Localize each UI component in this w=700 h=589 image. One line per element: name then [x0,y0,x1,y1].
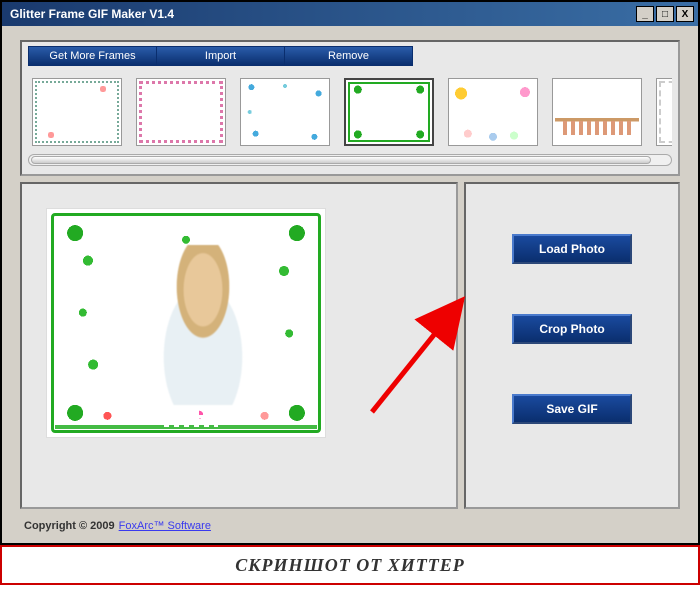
app-body: Get More Frames Import Remove [2,26,698,543]
save-gif-button[interactable]: Save GIF [512,394,632,424]
frames-panel: Get More Frames Import Remove [20,40,680,176]
application-window: Glitter Frame GIF Maker V1.4 _ □ X Get M… [0,0,700,545]
titlebar[interactable]: Glitter Frame GIF Maker V1.4 _ □ X [2,2,698,26]
tab-import[interactable]: Import [156,46,285,66]
frame-fence-decoration [164,407,218,427]
frame-thumbnail[interactable] [32,78,122,146]
load-photo-button[interactable]: Load Photo [512,234,632,264]
close-button[interactable]: X [676,6,694,22]
actions-panel: Load Photo Crop Photo Save GIF [464,182,680,509]
window-controls: _ □ X [636,6,694,22]
tab-row: Get More Frames Import Remove [28,46,672,66]
frame-thumbnail[interactable] [552,78,642,146]
maximize-button[interactable]: □ [656,6,674,22]
frame-thumbnail[interactable] [656,78,672,146]
footer: Copyright © 2009 FoxArc™ Software [20,515,680,537]
frame-vine-decoration [57,219,315,427]
vendor-link[interactable]: FoxArc™ Software [119,520,211,532]
frame-thumbnail[interactable] [240,78,330,146]
preview-image [46,208,326,438]
screenshot-banner: СКРИНШОТ ОТ ХИТТЕР [0,545,700,585]
main-row: Load Photo Crop Photo Save GIF [20,182,680,509]
window-title: Glitter Frame GIF Maker V1.4 [6,7,636,21]
frame-thumbnail[interactable] [136,78,226,146]
banner-text: СКРИНШОТ ОТ ХИТТЕР [235,555,464,576]
copyright-text: Copyright © 2009 [24,520,115,532]
preview-panel [20,182,458,509]
frame-thumbnails [28,66,672,150]
crop-photo-button[interactable]: Crop Photo [512,314,632,344]
tab-remove[interactable]: Remove [284,46,413,66]
minimize-button[interactable]: _ [636,6,654,22]
frame-thumbnail-selected[interactable] [344,78,434,146]
scrollbar-thumb[interactable] [31,156,651,164]
thumbnails-scrollbar[interactable] [28,154,672,166]
tab-get-more-frames[interactable]: Get More Frames [28,46,157,66]
frame-thumbnail[interactable] [448,78,538,146]
